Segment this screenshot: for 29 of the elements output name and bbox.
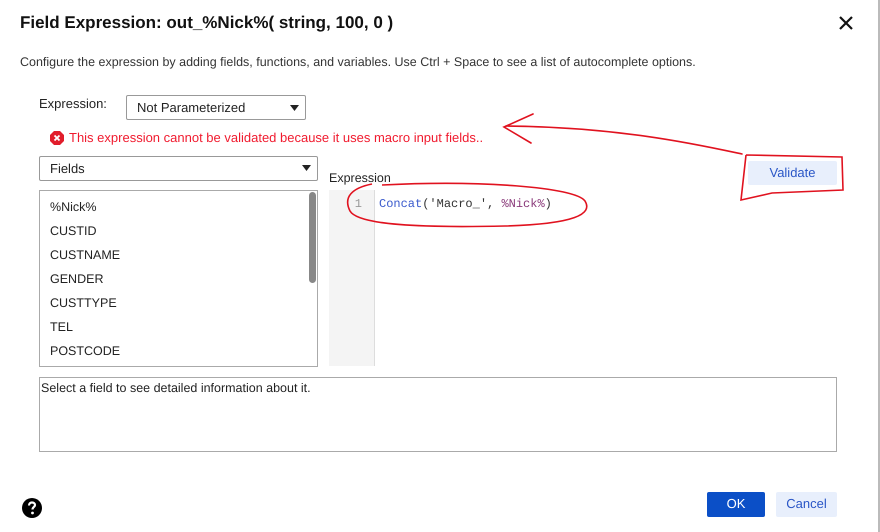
field-item[interactable]: CUSTID bbox=[40, 218, 317, 243]
dropdown-caret-icon bbox=[302, 165, 311, 172]
scrollbar-thumb[interactable] bbox=[309, 192, 316, 283]
cancel-button[interactable]: Cancel bbox=[776, 492, 837, 516]
close-icon bbox=[839, 16, 853, 30]
field-info-panel: Select a field to see detailed information about it. bbox=[39, 376, 837, 452]
help-icon[interactable] bbox=[22, 498, 42, 518]
code-line: Concat('Macro_', %Nick%) bbox=[379, 196, 552, 213]
select-value: Not Parameterized bbox=[137, 99, 246, 117]
error-icon bbox=[50, 131, 64, 145]
dialog-description: Configure the expression by adding fields, functions, and variables. Use Ctrl + Space to see a list of autocomplete options. bbox=[19, 54, 697, 71]
field-item[interactable]: GENDER bbox=[40, 266, 317, 291]
expression-label: Expression: bbox=[39, 95, 108, 113]
line-number: 1 bbox=[354, 196, 363, 213]
dialog-title: Field Expression: out_%Nick%( string, 100, 0 ) bbox=[20, 12, 394, 34]
expression-editor-label: Expression bbox=[329, 170, 391, 187]
field-item[interactable]: CUSTTYPE bbox=[40, 290, 317, 315]
field-item[interactable]: POSTCODE bbox=[40, 338, 317, 363]
expression-mode-select[interactable]: Not Parameterized bbox=[126, 95, 306, 120]
field-item[interactable]: TEL bbox=[40, 314, 317, 339]
expression-editor[interactable]: 1 Concat('Macro_', %Nick%) bbox=[329, 190, 837, 366]
fields-select[interactable]: Fields bbox=[39, 156, 318, 181]
field-item[interactable]: %Nick% bbox=[40, 194, 317, 219]
field-item[interactable]: CUSTNAME bbox=[40, 242, 317, 267]
ok-button[interactable]: OK bbox=[707, 492, 765, 516]
dropdown-caret-icon bbox=[290, 104, 299, 111]
validate-button[interactable]: Validate bbox=[748, 160, 837, 185]
select-value: Fields bbox=[50, 160, 85, 178]
error-message: This expression cannot be validated because it uses macro input fields.. bbox=[69, 129, 484, 148]
